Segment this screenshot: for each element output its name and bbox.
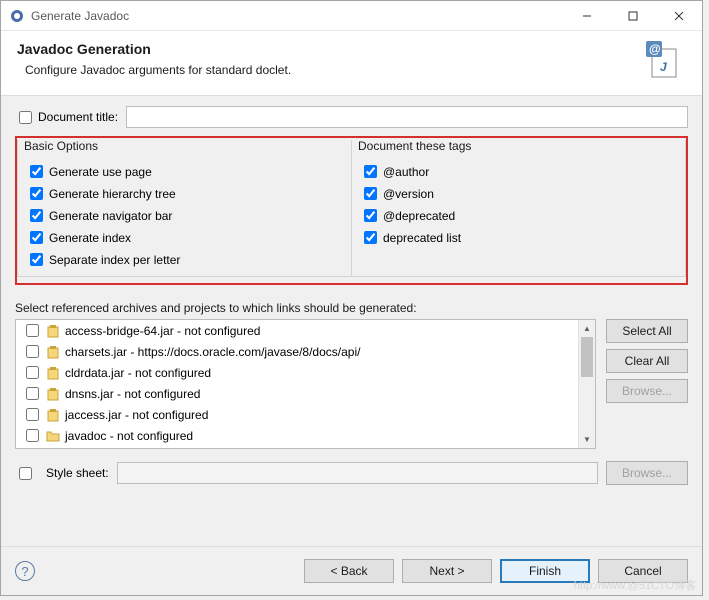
ref-checkbox[interactable]: [26, 429, 39, 442]
author-checkbox[interactable]: [364, 165, 377, 178]
ref-label: charsets.jar - https://docs.oracle.com/j…: [65, 345, 360, 359]
ref-label: dnsns.jar - not configured: [65, 387, 200, 401]
deprecated-checkbox[interactable]: [364, 209, 377, 222]
ref-checkbox[interactable]: [26, 345, 39, 358]
minimize-button[interactable]: [564, 1, 610, 30]
ref-checkbox[interactable]: [26, 387, 39, 400]
document-tags-group: Document these tags @author @version @de…: [351, 140, 686, 277]
svg-text:J: J: [660, 60, 667, 74]
close-button[interactable]: [656, 1, 702, 30]
basic-options-legend: Basic Options: [18, 139, 351, 157]
references-list[interactable]: access-bridge-64.jar - not configured ch…: [15, 319, 596, 449]
app-icon: [9, 8, 25, 24]
scroll-thumb[interactable]: [581, 337, 593, 377]
document-title-input[interactable]: [126, 106, 688, 128]
jar-icon: [45, 407, 61, 423]
version-label: @version: [383, 187, 434, 201]
dialog-header: Javadoc Generation Configure Javadoc arg…: [1, 31, 702, 96]
list-item[interactable]: cldrdata.jar - not configured: [16, 362, 595, 383]
select-all-button[interactable]: Select All: [606, 319, 688, 343]
references-row: access-bridge-64.jar - not configured ch…: [15, 319, 688, 449]
deprecated-label: @deprecated: [383, 209, 455, 223]
stylesheet-checkbox[interactable]: [19, 467, 32, 480]
stylesheet-row: Style sheet: Browse...: [15, 461, 688, 485]
dialog-body: Document title: Basic Options Generate u…: [1, 96, 702, 546]
svg-text:@: @: [649, 42, 661, 56]
page-subtitle: Configure Javadoc arguments for standard…: [25, 63, 646, 77]
document-tags-legend: Document these tags: [352, 139, 685, 157]
jar-icon: [45, 365, 61, 381]
separate-index-checkbox[interactable]: [30, 253, 43, 266]
options-highlight: Basic Options Generate use page Generate…: [15, 136, 688, 285]
separate-index-label: Separate index per letter: [49, 253, 180, 267]
ref-checkbox[interactable]: [26, 408, 39, 421]
document-title-row: Document title:: [15, 106, 688, 128]
stylesheet-label: Style sheet:: [46, 466, 109, 480]
author-label: @author: [383, 165, 429, 179]
stylesheet-browse-button: Browse...: [606, 461, 688, 485]
document-title-label: Document title:: [38, 110, 118, 124]
help-icon[interactable]: ?: [15, 561, 35, 581]
ref-label: javadoc - not configured: [65, 429, 193, 443]
folder-icon: [45, 428, 61, 444]
window-buttons: [564, 1, 702, 30]
navigator-checkbox[interactable]: [30, 209, 43, 222]
list-item[interactable]: access-bridge-64.jar - not configured: [16, 320, 595, 341]
deprecated-list-checkbox[interactable]: [364, 231, 377, 244]
window-title: Generate Javadoc: [31, 9, 564, 23]
javadoc-icon: @ J: [646, 41, 686, 81]
ref-checkbox[interactable]: [26, 366, 39, 379]
references-label: Select referenced archives and projects …: [15, 301, 688, 315]
scrollbar[interactable]: ▲ ▼: [578, 320, 595, 448]
titlebar[interactable]: Generate Javadoc: [1, 1, 702, 31]
cancel-button[interactable]: Cancel: [598, 559, 688, 583]
back-button[interactable]: < Back: [304, 559, 394, 583]
maximize-button[interactable]: [610, 1, 656, 30]
basic-options-group: Basic Options Generate use page Generate…: [17, 140, 351, 277]
hierarchy-label: Generate hierarchy tree: [49, 187, 176, 201]
references-buttons: Select All Clear All Browse...: [606, 319, 688, 449]
index-label: Generate index: [49, 231, 131, 245]
index-checkbox[interactable]: [30, 231, 43, 244]
scroll-up-icon[interactable]: ▲: [579, 320, 595, 337]
list-item[interactable]: charsets.jar - https://docs.oracle.com/j…: [16, 341, 595, 362]
clear-all-button[interactable]: Clear All: [606, 349, 688, 373]
finish-button[interactable]: Finish: [500, 559, 590, 583]
stylesheet-input: [117, 462, 598, 484]
ref-label: cldrdata.jar - not configured: [65, 366, 211, 380]
list-item[interactable]: jaccess.jar - not configured: [16, 404, 595, 425]
ref-label: jaccess.jar - not configured: [65, 408, 208, 422]
jar-icon: [45, 323, 61, 339]
deprecated-list-label: deprecated list: [383, 231, 461, 245]
scroll-down-icon[interactable]: ▼: [579, 431, 595, 448]
jar-icon: [45, 386, 61, 402]
list-item[interactable]: javadoc - not configured: [16, 425, 595, 446]
ref-checkbox[interactable]: [26, 324, 39, 337]
refs-browse-button[interactable]: Browse...: [606, 379, 688, 403]
version-checkbox[interactable]: [364, 187, 377, 200]
jar-icon: [45, 344, 61, 360]
page-title: Javadoc Generation: [17, 41, 646, 57]
dialog-window: Generate Javadoc Javadoc Generation Conf…: [0, 0, 703, 596]
use-page-label: Generate use page: [49, 165, 152, 179]
list-item[interactable]: dnsns.jar - not configured: [16, 383, 595, 404]
next-button[interactable]: Next >: [402, 559, 492, 583]
use-page-checkbox[interactable]: [30, 165, 43, 178]
navigator-label: Generate navigator bar: [49, 209, 172, 223]
dialog-footer: ? < Back Next > Finish Cancel: [1, 546, 702, 595]
hierarchy-checkbox[interactable]: [30, 187, 43, 200]
document-title-checkbox[interactable]: [19, 111, 32, 124]
ref-label: access-bridge-64.jar - not configured: [65, 324, 260, 338]
